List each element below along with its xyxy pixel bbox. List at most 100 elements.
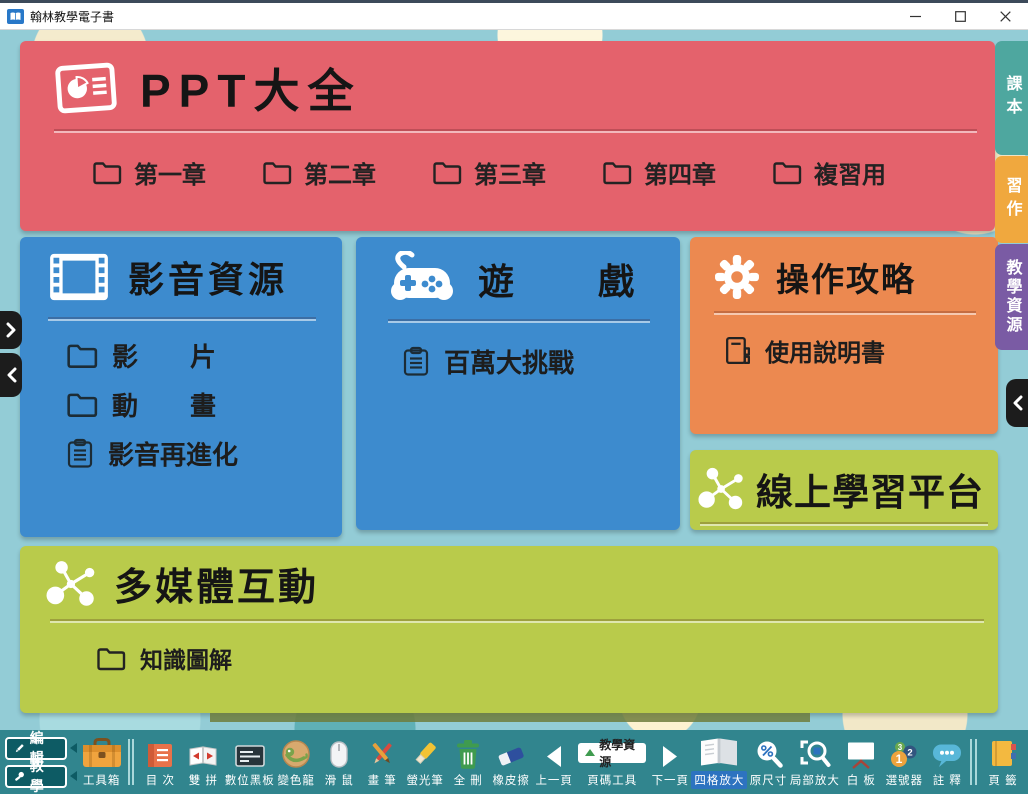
panel-online-header: 線上學習平台 [690, 450, 998, 516]
pen-icon [367, 739, 397, 769]
tool-digital-blackboard[interactable]: 數位黑板 [226, 735, 273, 790]
panel-game-title: 遊 戲 [478, 253, 638, 305]
tool-page-tab[interactable]: 頁 籤 [983, 735, 1023, 790]
video-item-upgrade[interactable]: 影音再進化 [66, 435, 342, 472]
collapse-arrow-icon[interactable] [70, 771, 77, 781]
tool-dual-page[interactable]: 雙 拼 [183, 735, 223, 790]
annotation-icon [931, 742, 963, 769]
tool-delete-all[interactable]: 全 刪 [448, 735, 488, 790]
toolbox-icon [81, 737, 123, 769]
tab-teaching-resources[interactable]: 教學資源 [995, 244, 1028, 350]
panel-guide-title: 操作攻略 [776, 253, 916, 301]
tool-highlighter[interactable]: 螢光筆 [405, 735, 445, 790]
teach-mode-button[interactable]: 教學 [5, 765, 67, 788]
folder-icon [602, 160, 632, 185]
ppt-chapter-4[interactable]: 第四章 [602, 155, 716, 190]
tool-next-page[interactable]: 下一頁 [650, 735, 690, 790]
close-button[interactable] [983, 3, 1028, 29]
ppt-chapter-1[interactable]: 第一章 [92, 155, 206, 190]
tool-prev-page[interactable]: 上一頁 [534, 735, 574, 790]
tool-whiteboard[interactable]: 白 板 [841, 735, 881, 790]
page-number-button[interactable]: 教學資源 [578, 743, 646, 763]
ppt-chapter-row: 第一章 第二章 第三章 第四章 複習用 [20, 133, 995, 190]
tool-eraser[interactable]: 橡皮擦 [491, 735, 531, 790]
molecule-icon [46, 557, 100, 611]
original-size-icon [754, 739, 784, 769]
panel-online-platform[interactable]: 線上學習平台 [690, 450, 998, 530]
eraser-icon [495, 743, 527, 769]
ppt-chapter-2[interactable]: 第二章 [262, 155, 376, 190]
expand-left-panel-button[interactable] [0, 311, 22, 349]
tool-number-picker[interactable]: 3 2 1 選號器 [884, 735, 924, 790]
whiteboard-icon [845, 740, 877, 769]
selected-tool-label: 四格放大 [691, 771, 747, 789]
panel-shadow [210, 713, 810, 722]
prev-page-icon [544, 744, 564, 769]
panel-online-title: 線上學習平台 [756, 462, 984, 516]
toolbar-separator [970, 739, 977, 785]
tab-workbook[interactable]: 習作 [995, 156, 1028, 243]
collapse-arrow-icon[interactable] [70, 743, 77, 753]
film-icon [48, 251, 110, 303]
panel-multimedia-title: 多媒體互動 [114, 556, 319, 611]
titlebar: 翰林教學電子書 [0, 3, 1028, 30]
gear-icon [714, 254, 760, 300]
clipboard-icon [66, 438, 94, 469]
folder-icon [96, 646, 126, 671]
guide-item-manual[interactable]: 使用說明書 [724, 333, 998, 368]
tab-textbook[interactable]: 課本 [995, 41, 1028, 155]
svg-text:3: 3 [898, 742, 903, 751]
tool-partial-zoom[interactable]: 局部放大 [792, 735, 839, 790]
chevron-left-icon [1012, 395, 1023, 411]
four-grid-zoom-icon [697, 736, 741, 768]
panel-guide-header: 操作攻略 [690, 237, 998, 301]
presentation-icon [54, 59, 118, 117]
ppt-chapter-review[interactable]: 複習用 [772, 155, 886, 190]
multimedia-item-knowledge-map[interactable]: 知識圖解 [96, 641, 998, 675]
folder-icon [432, 160, 462, 185]
tool-four-grid-zoom[interactable]: 四格放大 [693, 734, 745, 791]
digital-blackboard-icon [234, 744, 266, 769]
multimedia-item-list: 知識圖解 [20, 623, 998, 675]
ppt-chapter-3[interactable]: 第三章 [432, 155, 546, 190]
tool-mouse[interactable]: 滑 鼠 [319, 735, 359, 790]
tool-original-size[interactable]: 原尺寸 [749, 735, 789, 790]
minimize-button[interactable] [893, 3, 938, 29]
clipboard-icon [402, 346, 430, 377]
manual-icon [724, 335, 751, 366]
tool-page-number[interactable]: 教學資源 頁碼工具 [577, 735, 647, 790]
panel-multimedia: 多媒體互動 知識圖解 [20, 546, 998, 713]
panel-game: 遊 戲 百萬大挑戰 [356, 237, 680, 530]
app-logo-icon [7, 9, 24, 24]
video-item-animations[interactable]: 動 畫 [66, 386, 342, 423]
toc-icon [145, 742, 175, 769]
toolbox-button[interactable]: 工具箱 [82, 735, 122, 790]
pencil-icon [14, 742, 25, 755]
chevron-left-icon [6, 367, 17, 383]
gamepad-icon [386, 251, 458, 307]
divider [700, 522, 988, 526]
tool-chameleon[interactable]: 變色龍 [276, 735, 316, 790]
panel-ppt-title: PPT大全 [140, 55, 361, 121]
maximize-button[interactable] [938, 3, 983, 29]
panel-ppt: PPT大全 第一章 第二章 第三章 第四章 [20, 41, 995, 231]
tool-toc[interactable]: 目 次 [140, 735, 180, 790]
tool-pen[interactable]: 畫 筆 [362, 735, 402, 790]
bottom-toolbar: 編輯 教學 [0, 730, 1028, 794]
panel-video: 影音資源 影 片 動 畫 影音再進化 [20, 237, 342, 537]
panel-guide: 操作攻略 使用說明書 [690, 237, 998, 434]
folder-icon [92, 160, 122, 185]
dual-page-icon [187, 744, 219, 769]
collapse-right-panel-button[interactable] [1006, 379, 1028, 427]
game-item-million-challenge[interactable]: 百萬大挑戰 [402, 343, 680, 380]
video-item-films[interactable]: 影 片 [66, 337, 342, 374]
window-title: 翰林教學電子書 [30, 8, 887, 25]
app-window: 翰林教學電子書 [0, 0, 1028, 794]
molecule-icon [698, 464, 748, 514]
folder-icon [262, 160, 292, 185]
collapse-left-panel-button[interactable] [0, 353, 22, 397]
microphone-icon [14, 770, 25, 783]
tool-annotation[interactable]: 註 釋 [927, 735, 967, 790]
panel-video-title: 影音資源 [128, 251, 288, 303]
trash-icon [455, 739, 481, 769]
